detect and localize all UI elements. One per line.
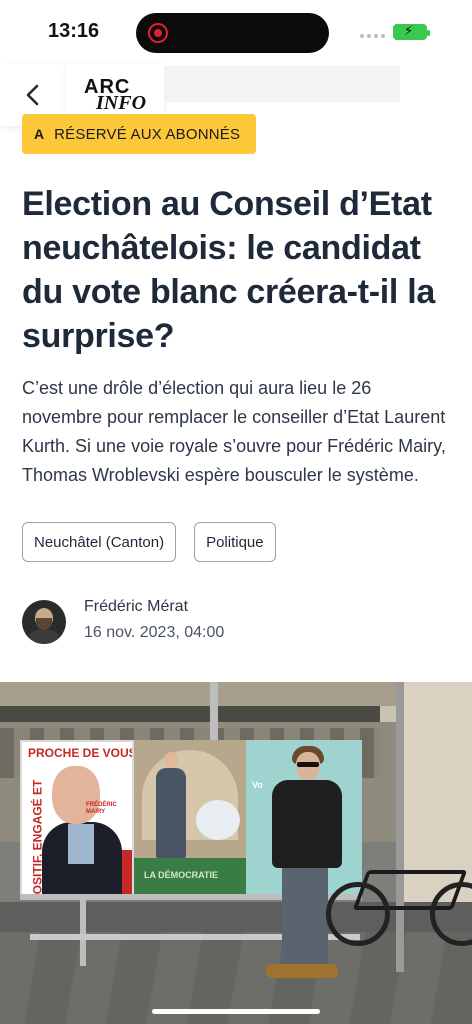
subscriber-a-icon: A [34,126,45,142]
chevron-left-icon [26,84,39,106]
poster-right-text: Vo [252,780,263,790]
hero-image[interactable]: PROCHE DE VOUS POSITIF, ENGAGÉ ET FRÉDÉR… [0,682,472,1024]
home-indicator[interactable] [152,1009,320,1014]
tag-list: Neuchâtel (Canton) Politique [22,522,276,562]
header-placeholder [164,66,400,102]
logo-info-text: INFO [96,92,147,114]
publish-date: 16 nov. 2023, 04:00 [84,624,225,641]
candidate-figure [282,866,328,966]
campaign-poster-center: LA DÉMOCRATIE [134,740,246,896]
status-bar: 13:16 ⚡ [0,0,472,64]
battery-charging-icon: ⚡ [393,23,430,40]
author-block: Frédéric Mérat 16 nov. 2023, 04:00 [22,598,452,648]
subscriber-badge: A RÉSERVÉ AUX ABONNÉS [22,114,257,154]
poster-candidate-name: FRÉDÉRIC MAIRY [86,802,117,815]
dynamic-island [136,13,329,53]
screen-recording-icon [148,23,168,43]
subscriber-badge-label: RÉSERVÉ AUX ABONNÉS [54,125,241,143]
poster-democratie-text: LA DÉMOCRATIE [144,870,218,880]
tag-neuchatel-canton[interactable]: Neuchâtel (Canton) [22,522,177,562]
author-name[interactable]: Frédéric Mérat [84,598,188,616]
article-title: Election au Conseil d’Etat neuchâtelois:… [22,185,435,355]
tag-politique[interactable]: Politique [194,522,276,562]
author-avatar[interactable] [22,600,66,644]
campaign-poster-mairy: PROCHE DE VOUS POSITIF, ENGAGÉ ET FRÉDÉR… [20,740,134,896]
signal-icon [360,34,385,38]
status-time: 13:16 [48,20,100,42]
article-lead: C’est une drôle d’élection qui aura lieu… [22,378,446,485]
poster-headline: PROCHE DE VOUS [28,746,134,760]
